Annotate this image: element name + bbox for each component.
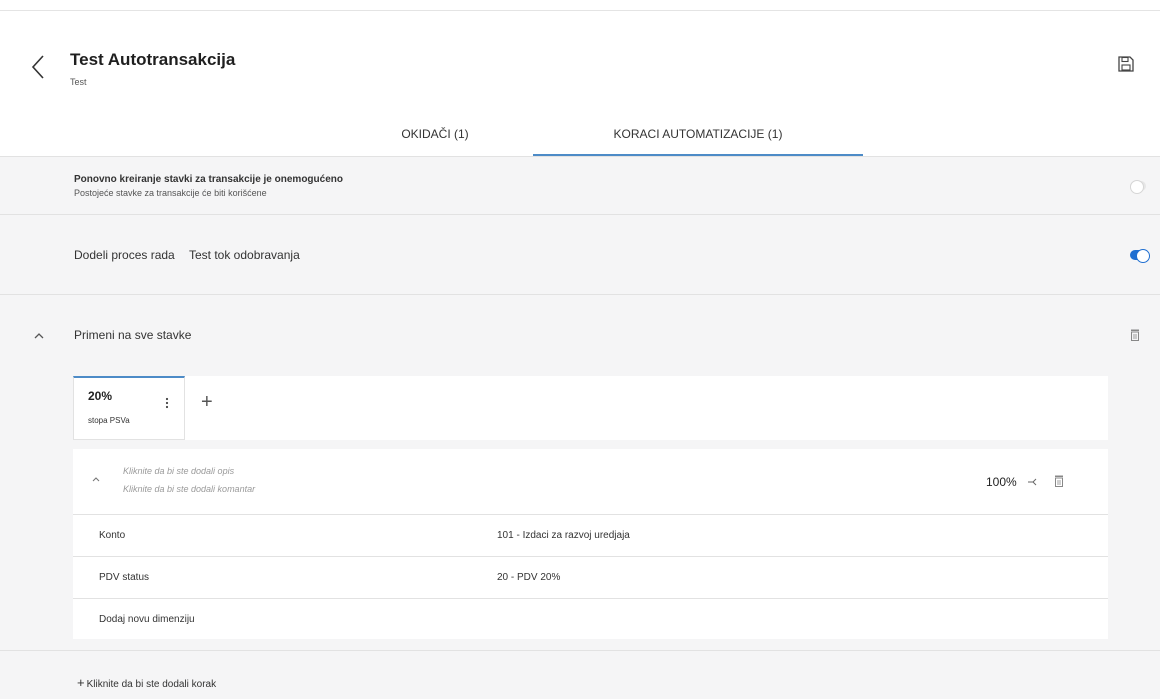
comment-field[interactable]: Kliknite da bi ste dodali komantar (123, 484, 255, 494)
trash-icon[interactable] (1054, 475, 1064, 487)
trash-icon[interactable] (1130, 329, 1140, 341)
page-subtitle: Test (70, 77, 87, 87)
kebab-menu-icon[interactable] (164, 396, 170, 410)
tax-rate-tabs: 20% stopa PSVa + (73, 376, 1108, 440)
add-step-button[interactable]: + Kliknite da bi ste dodali korak (77, 675, 216, 690)
dimension-row: Konto 101 - Izdaci za razvoj uredjaja (73, 515, 1108, 557)
recreate-items-toggle[interactable] (1130, 180, 1146, 194)
automation-steps-panel: Ponovno kreiranje stavki za transakcije … (0, 156, 1160, 699)
tax-rate-value: 20% (88, 389, 113, 403)
dimension-value[interactable]: 20 - PDV 20% (497, 572, 560, 583)
add-dimension-button[interactable]: Dodaj novu dimenziju (99, 614, 195, 625)
page-title: Test Autotransakcija (70, 50, 236, 69)
dimension-label: PDV status (99, 572, 150, 583)
add-dimension-row: Dodaj novu dimenziju (73, 599, 1108, 639)
tax-rate-name: stopa PSVa (88, 416, 130, 425)
split-icon[interactable] (1026, 476, 1038, 488)
description-field[interactable]: Kliknite da bi ste dodali opis (123, 466, 234, 476)
step-title: Primeni na sve stavke (74, 328, 192, 342)
add-tax-rate-button[interactable]: + (201, 392, 213, 412)
line-percent: 100% (986, 475, 1017, 489)
divider (0, 650, 1160, 651)
chevron-up-icon[interactable] (90, 473, 102, 485)
assign-workflow-row: Dodeli proces rada Test tok odobravanja (0, 215, 1160, 295)
recreate-items-title: Ponovno kreiranje stavki za transakcije … (74, 174, 343, 185)
assign-workflow-value: Test tok odobravanja (189, 248, 300, 262)
dimension-row: PDV status 20 - PDV 20% (73, 557, 1108, 599)
recreate-items-subtitle: Postojeće stavke za transakcije će biti … (74, 188, 267, 198)
line-detail-card: Kliknite da bi ste dodali opis Kliknite … (73, 449, 1108, 639)
dimension-value[interactable]: 101 - Izdaci za razvoj uredjaja (497, 530, 630, 541)
assign-workflow-label: Dodeli proces rada (74, 248, 175, 262)
top-divider (0, 10, 1160, 11)
plus-icon: + (77, 675, 85, 690)
recreate-items-row: Ponovno kreiranje stavki za transakcije … (0, 157, 1160, 215)
tab-triggers[interactable]: OKIDAČI (1) (340, 118, 530, 156)
save-icon[interactable] (1117, 55, 1135, 73)
chevron-up-icon[interactable] (32, 329, 46, 343)
back-arrow-icon[interactable] (28, 52, 48, 82)
tax-rate-chip[interactable]: 20% stopa PSVa (73, 376, 185, 440)
assign-workflow-toggle[interactable] (1130, 249, 1150, 263)
add-step-label: Kliknite da bi ste dodali korak (86, 679, 217, 690)
dimension-label: Konto (99, 530, 126, 541)
line-header: Kliknite da bi ste dodali opis Kliknite … (73, 449, 1108, 515)
tab-automation-steps[interactable]: KORACI AUTOMATIZACIJE (1) (533, 118, 863, 156)
